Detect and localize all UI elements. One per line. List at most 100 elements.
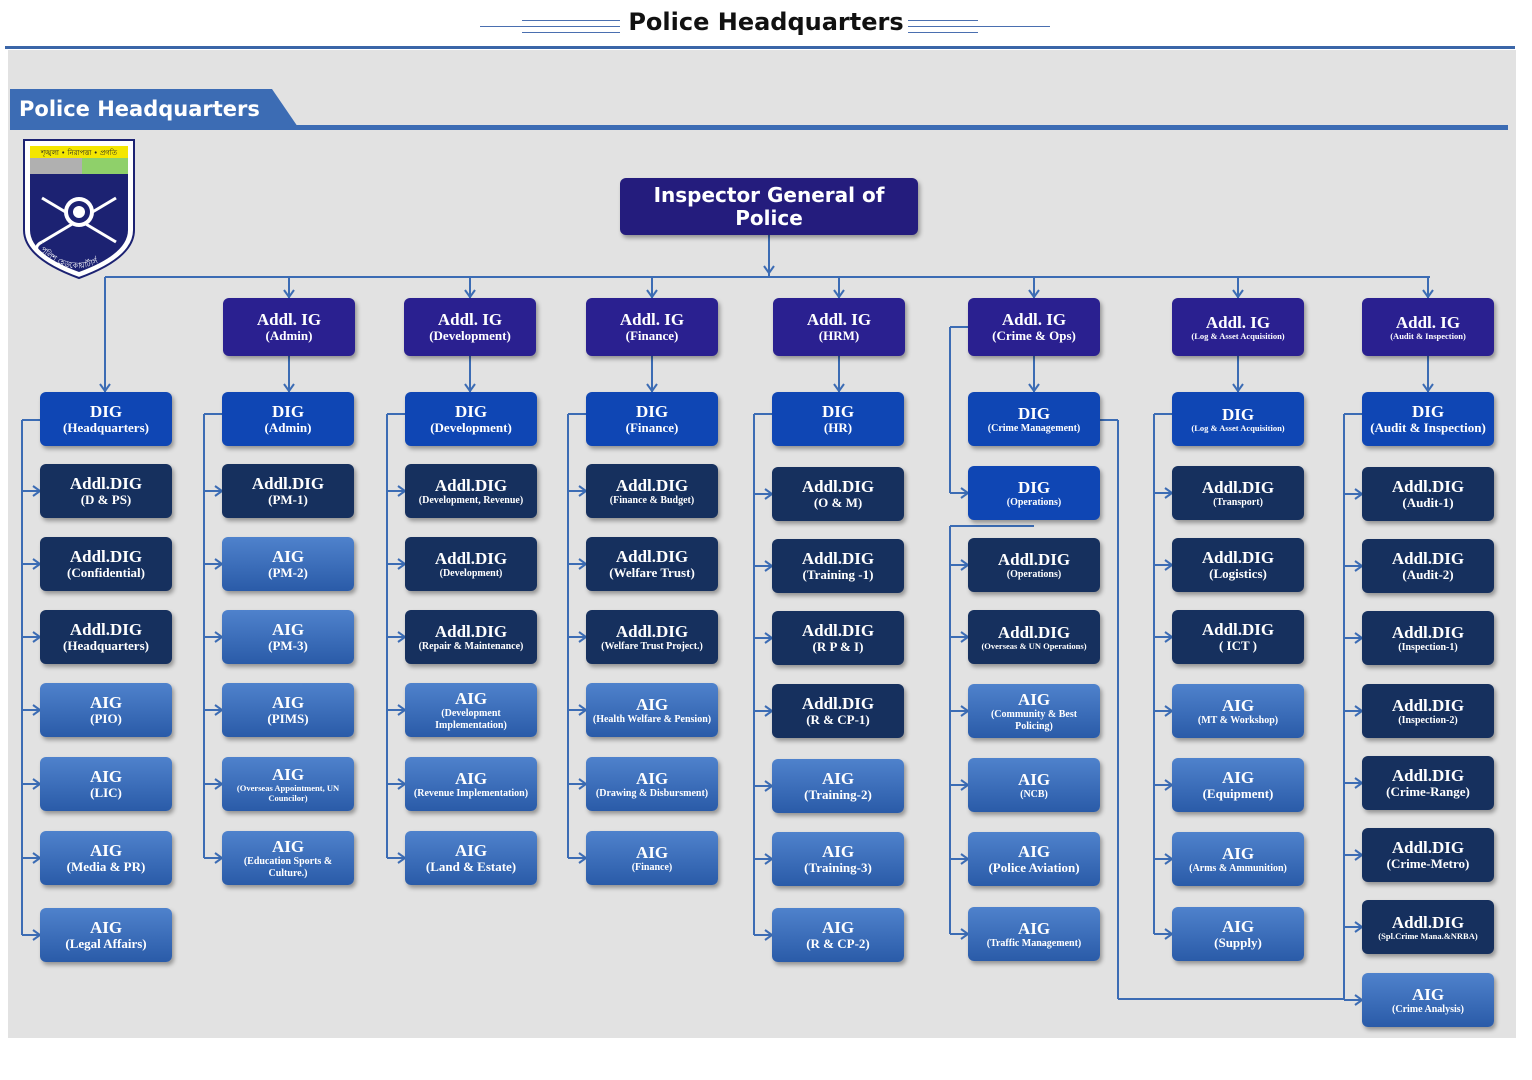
adig-node[interactable]: Addl.DIG (Welfare Trust Project.) (586, 610, 718, 664)
dig-node[interactable]: DIG (Finance) (586, 392, 718, 446)
aig-node[interactable]: AIG (Drawing & Disbursment) (586, 757, 718, 811)
node-title: AIG (454, 841, 488, 861)
node-title: Addl.DIG (1201, 620, 1275, 640)
aig-node[interactable]: AIG (Health Welfare & Pension) (586, 683, 718, 737)
aig-node[interactable]: AIG (PM-3) (222, 610, 354, 664)
node-subtitle: (PM-1) (268, 492, 308, 508)
node-title: Addl. IG (256, 310, 322, 330)
addl-ig-node[interactable]: Addl. IG (Finance) (586, 298, 718, 356)
adig-node[interactable]: Addl.DIG (Crime-Range) (1362, 756, 1494, 810)
node-subtitle: (Crime-Metro) (1386, 856, 1470, 872)
adig-node[interactable]: Addl.DIG (Overseas & UN Operations) (968, 610, 1100, 664)
dig-node[interactable]: DIG (Operations) (968, 466, 1100, 520)
adig-node[interactable]: Addl.DIG (Development, Revenue) (405, 464, 537, 518)
node-title: Addl.DIG (1391, 912, 1465, 932)
dig-node[interactable]: DIG (Log & Asset Acquisition) (1172, 392, 1304, 446)
node-title: AIG (271, 693, 305, 713)
aig-node[interactable]: AIG (Police Aviation) (968, 832, 1100, 886)
aig-node[interactable]: AIG (PIO) (40, 683, 172, 737)
adig-node[interactable]: Addl.DIG (Audit-1) (1362, 467, 1494, 521)
aig-node[interactable]: AIG (Revenue Implementation) (405, 757, 537, 811)
aig-node[interactable]: AIG (PM-2) (222, 537, 354, 591)
adig-node[interactable]: Addl.DIG (R P & I) (772, 611, 904, 665)
addl-ig-node[interactable]: Addl. IG (HRM) (773, 298, 905, 356)
node-subtitle: (Revenue Implementation) (413, 787, 529, 799)
node-title: Addl.DIG (997, 622, 1071, 642)
adig-node[interactable]: Addl.DIG (Training -1) (772, 539, 904, 593)
adig-node[interactable]: Addl.DIG (Crime-Metro) (1362, 828, 1494, 882)
aig-node[interactable]: AIG (Supply) (1172, 907, 1304, 961)
aig-node[interactable]: AIG (Development Implementation) (405, 683, 537, 737)
adig-node[interactable]: Addl.DIG (D & PS) (40, 464, 172, 518)
node-title: Addl.DIG (801, 549, 875, 569)
adig-node[interactable]: Addl.DIG (Inspection-1) (1362, 611, 1494, 665)
aig-node[interactable]: AIG (Legal Affairs) (40, 908, 172, 962)
adig-node[interactable]: Addl.DIG (Development) (405, 537, 537, 591)
aig-node[interactable]: AIG (Overseas Appointment, UN Councilor) (222, 757, 354, 811)
aig-node[interactable]: AIG (Equipment) (1172, 758, 1304, 812)
node-subtitle: (Logistics) (1209, 566, 1267, 582)
node-title: Addl.DIG (1391, 477, 1465, 497)
node-subtitle: (Overseas & UN Operations) (981, 640, 1087, 651)
node-subtitle: (O & M) (813, 495, 863, 511)
adig-node[interactable]: Addl.DIG( ICT ) (1172, 610, 1304, 664)
root-node[interactable]: Inspector General of Police (620, 178, 918, 235)
node-title: Addl.DIG (434, 548, 508, 568)
node-title: AIG (89, 767, 123, 787)
adig-node[interactable]: Addl.DIG (Spl.Crime Mana.&NRBA) (1362, 900, 1494, 954)
aig-node[interactable]: AIG (Traffic Management) (968, 907, 1100, 961)
adig-node[interactable]: Addl.DIG (Inspection-2) (1362, 684, 1494, 738)
aig-node[interactable]: AIG (Arms & Ammunition) (1172, 832, 1304, 886)
addl-ig-node[interactable]: Addl. IG (Crime & Ops) (968, 298, 1100, 356)
aig-node[interactable]: AIG (Media & PR) (40, 831, 172, 885)
adig-node[interactable]: Addl.DIG (O & M) (772, 467, 904, 521)
aig-node[interactable]: AIG (Finance) (586, 831, 718, 885)
adig-node[interactable]: Addl.DIG (Transport) (1172, 466, 1304, 520)
aig-node[interactable]: AIG (R & CP-2) (772, 908, 904, 962)
adig-node[interactable]: Addl.DIG (Logistics) (1172, 538, 1304, 592)
aig-node[interactable]: AIG (Education Sports & Culture.) (222, 831, 354, 885)
aig-node[interactable]: AIG (LIC) (40, 757, 172, 811)
node-subtitle: (R & CP-1) (806, 712, 870, 728)
adig-node[interactable]: Addl.DIG (Operations) (968, 538, 1100, 592)
node-subtitle: (Finance) (625, 420, 679, 436)
adig-node[interactable]: Addl.DIG (Confidential) (40, 537, 172, 591)
node-title: AIG (454, 689, 488, 709)
adig-node[interactable]: Addl.DIG (Audit-2) (1362, 539, 1494, 593)
adig-node[interactable]: Addl.DIG (Welfare Trust) (586, 537, 718, 591)
node-subtitle: (Audit-1) (1402, 495, 1454, 511)
dig-node[interactable]: DIG (Admin) (222, 392, 354, 446)
node-title: AIG (1221, 768, 1255, 788)
aig-node[interactable]: AIG (Land & Estate) (405, 831, 537, 885)
addl-ig-node[interactable]: Addl. IG (Audit & Inspection) (1362, 298, 1494, 356)
dig-node[interactable]: DIG (Development) (405, 392, 537, 446)
addl-ig-node[interactable]: Addl. IG (Development) (404, 298, 536, 356)
node-subtitle: (PM-3) (268, 638, 308, 654)
aig-node[interactable]: AIG (NCB) (968, 758, 1100, 812)
node-subtitle: (Development, Revenue) (418, 494, 524, 506)
node-subtitle: (Land & Estate) (425, 859, 517, 875)
node-subtitle: (Admin) (264, 420, 312, 436)
dig-node[interactable]: DIG (Headquarters) (40, 392, 172, 446)
adig-node[interactable]: Addl.DIG (R & CP-1) (772, 684, 904, 738)
aig-node[interactable]: AIG (Crime Analysis) (1362, 973, 1494, 1027)
node-title: DIG (1411, 402, 1445, 422)
addl-ig-node[interactable]: Addl. IG (Log & Asset Acquisition) (1172, 298, 1304, 356)
adig-node[interactable]: Addl.DIG (Finance & Budget) (586, 464, 718, 518)
node-title: AIG (1221, 695, 1255, 715)
node-subtitle: (Drawing & Disbursment) (595, 787, 709, 799)
adig-node[interactable]: Addl.DIG (Repair & Maintenance) (405, 610, 537, 664)
adig-node[interactable]: Addl.DIG (PM-1) (222, 464, 354, 518)
node-subtitle: (Transport) (1213, 496, 1263, 508)
dig-node[interactable]: DIG (HR) (772, 392, 904, 446)
adig-node[interactable]: Addl.DIG (Headquarters) (40, 610, 172, 664)
aig-node[interactable]: AIG (Community & Best Policing) (968, 684, 1100, 738)
dig-node[interactable]: DIG (Audit & Inspection) (1362, 392, 1494, 446)
dig-node[interactable]: DIG (Crime Management) (968, 392, 1100, 446)
aig-node[interactable]: AIG (Training-3) (772, 832, 904, 886)
addl-ig-node[interactable]: Addl. IG (Admin) (223, 298, 355, 356)
aig-node[interactable]: AIG (PIMS) (222, 683, 354, 737)
aig-node[interactable]: AIG (Training-2) (772, 759, 904, 813)
aig-node[interactable]: AIG (MT & Workshop) (1172, 684, 1304, 738)
node-subtitle: (Development Implementation) (435, 708, 507, 731)
